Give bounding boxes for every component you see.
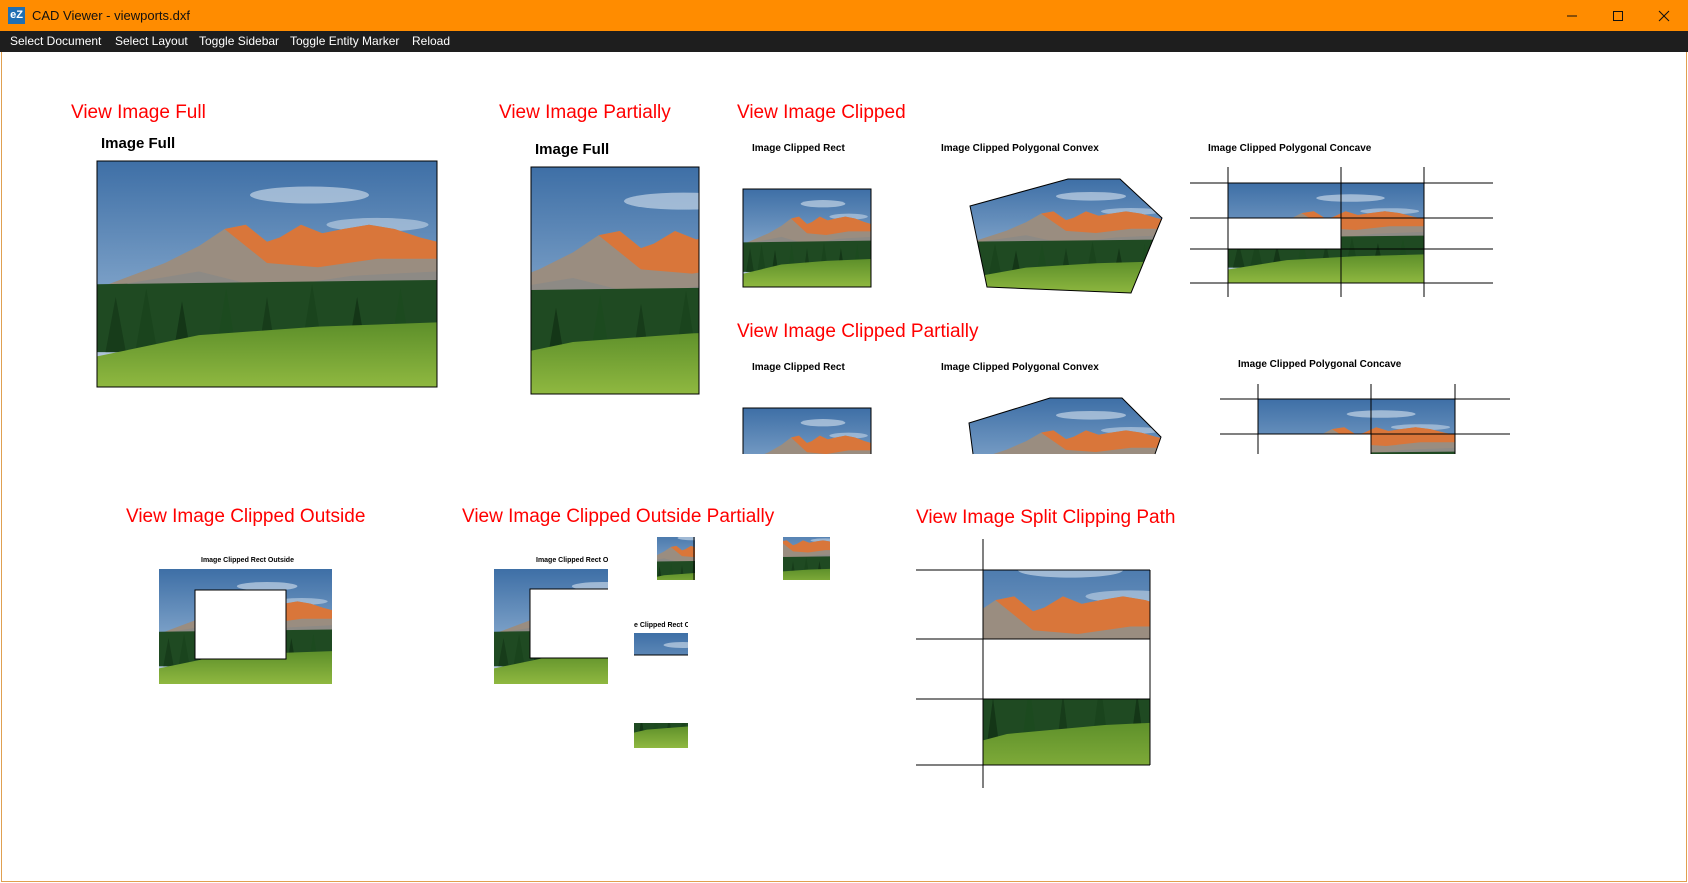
caption-clipped-partial-convex: Image Clipped Polygonal Convex [941,362,1099,373]
view-heading-image-clipped-outside: View Image Clipped Outside [126,506,365,527]
caption-clipped-partial-concave: Image Clipped Polygonal Concave [1238,359,1402,370]
caption-clipped-partial-rect: Image Clipped Rect [752,362,845,373]
caption-clipped-rect-outside-partial: Image Clipped Rect Ou [536,557,613,564]
minimize-button[interactable] [1549,0,1595,31]
view-heading-image-clipped-partially: View Image Clipped Partially [737,321,979,342]
image-clipped-concave [1228,183,1424,283]
menu-bar: Select Document Select Layout Toggle Sid… [0,31,1688,52]
caption-image-partial: Image Full [535,141,609,158]
caption-clipped-rect: Image Clipped Rect [752,143,845,154]
view-heading-image-partially: View Image Partially [499,102,671,123]
image-clipped-partial-convex [969,398,1161,454]
menu-select-layout[interactable]: Select Layout [115,34,188,49]
view-heading-image-clipped: View Image Clipped [737,102,906,123]
ez-app-icon: eZ [8,7,25,24]
title-bar[interactable]: eZ CAD Viewer - viewports.dxf [0,0,1688,31]
image-clipped-rect [743,189,871,287]
menu-select-document[interactable]: Select Document [10,34,101,49]
cad-drawing: View Image Full Image Full View Image Pa… [71,102,1510,788]
image-full [97,161,437,387]
image-clipped-convex [970,179,1162,293]
clip-outside-partial-piece-2 [783,537,830,580]
clip-outside-hole [194,589,287,660]
maximize-button[interactable] [1595,0,1641,31]
menu-reload[interactable]: Reload [412,34,450,49]
menu-toggle-entity-marker[interactable]: Toggle Entity Marker [290,34,399,49]
view-heading-image-full: View Image Full [71,102,206,123]
caption-image-full: Image Full [101,135,175,152]
caption-clipped-rect-outside: Image Clipped Rect Outside [201,557,294,564]
caption-clipped-concave: Image Clipped Polygonal Concave [1208,143,1372,154]
view-heading-image-split-clipping-path: View Image Split Clipping Path [916,507,1175,528]
clip-outside-partial-piece-4 [634,723,688,748]
view-heading-image-clipped-outside-partially: View Image Clipped Outside Partially [462,506,775,527]
image-clipped-partial-rect [743,408,871,454]
minimize-icon [1567,15,1577,16]
drawing-canvas[interactable]: View Image Full Image Full View Image Pa… [1,52,1687,882]
close-icon [1658,10,1670,21]
maximize-icon [1613,10,1623,21]
image-clipped-partial-concave [1258,399,1455,454]
caption-clipped-convex: Image Clipped Polygonal Convex [941,143,1099,154]
caption-clipped-rect-outside-small: e Clipped Rect Ou [634,622,694,629]
clip-outside-partial-main: Image Clipped Rect Ou [494,557,613,684]
menu-toggle-sidebar[interactable]: Toggle Sidebar [199,34,279,49]
clip-outside-partial-piece-3: e Clipped Rect Ou [634,622,694,655]
close-button[interactable] [1641,0,1687,31]
clip-outside-partial-piece-1 [657,537,695,580]
window-title: CAD Viewer - viewports.dxf [32,8,190,23]
